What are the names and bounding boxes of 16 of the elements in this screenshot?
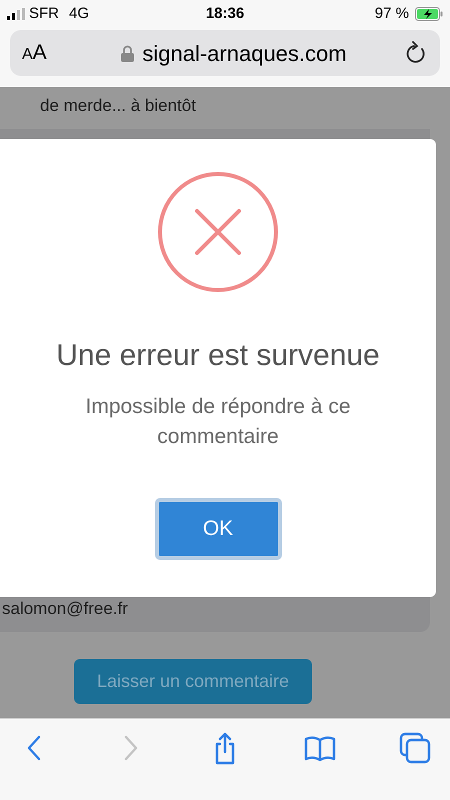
ok-button[interactable]: OK [154, 498, 282, 560]
dialog-message: Impossible de répondre à ce commentaire [84, 394, 352, 450]
battery-text: 97 % [374, 4, 409, 24]
url-text: signal-arnaques.com [142, 40, 347, 68]
text-size-button[interactable]: AA [22, 37, 62, 69]
clock-text: 18:36 [206, 4, 244, 24]
carrier-text: SFR [29, 4, 59, 24]
lock-icon [121, 44, 134, 62]
error-icon [157, 171, 279, 293]
comment-text: de merde... à bientôt [40, 95, 197, 117]
email-text: salomon@free.fr [2, 598, 128, 620]
dialog-title: Une erreur est survenue [56, 338, 380, 374]
address-bar[interactable]: AA signal-arnaques.com [10, 30, 440, 76]
signal-icon [7, 8, 25, 20]
network-text: 4G [69, 4, 90, 24]
tabs-icon[interactable] [398, 731, 432, 765]
